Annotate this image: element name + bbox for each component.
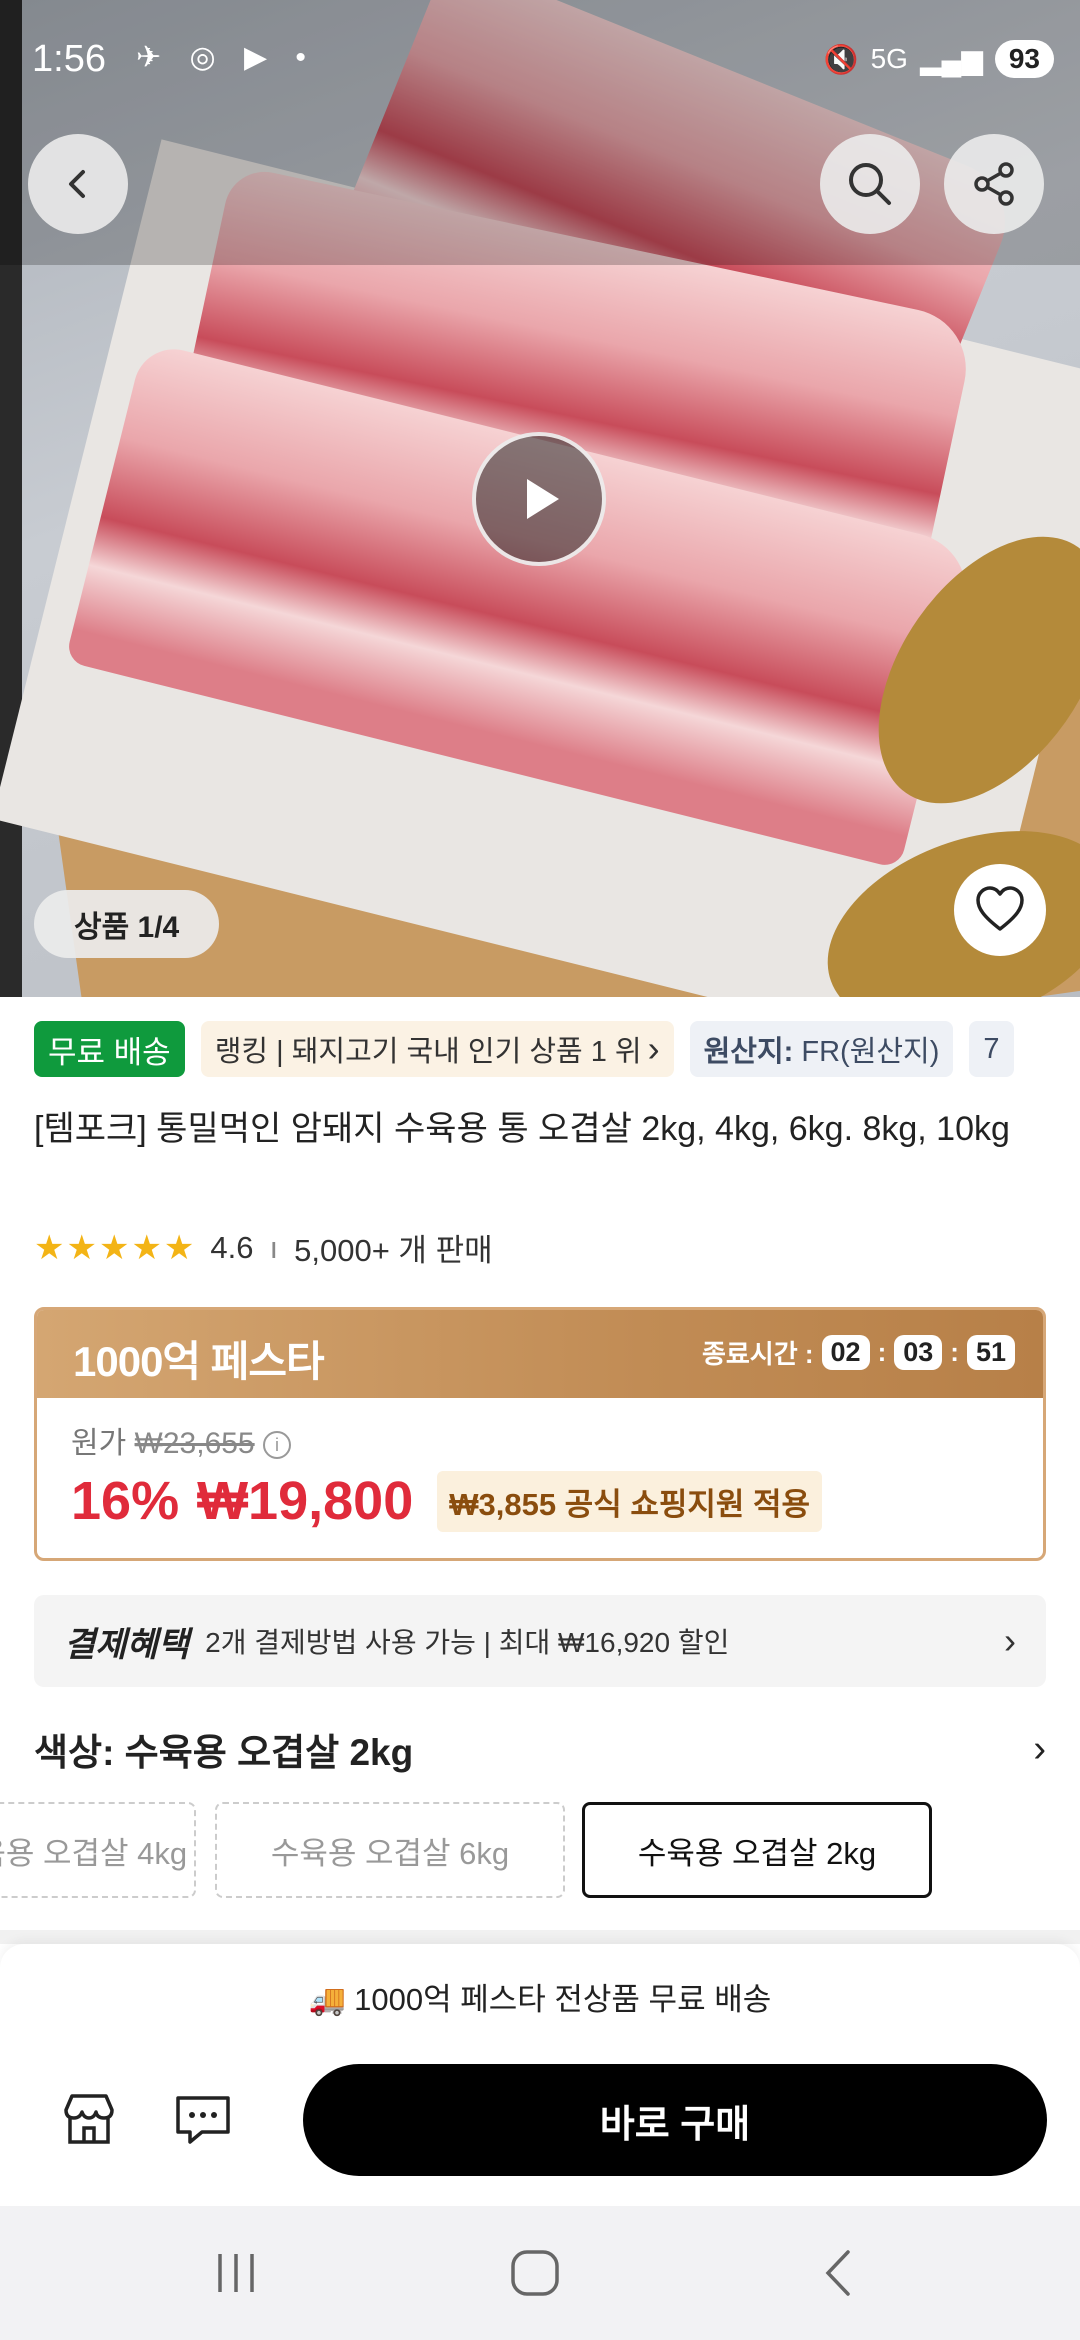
original-price: ₩23,655 [134, 1427, 255, 1460]
recent-apps-icon[interactable] [206, 2248, 266, 2298]
search-icon [849, 163, 891, 205]
shopping-support-badge: ₩3,855 공식 쇼핑지원 적용 [437, 1470, 823, 1532]
timer-label: 종료시간 : [701, 1339, 814, 1369]
chevron-right-icon: › [1004, 1620, 1016, 1661]
festa-promo-box: 1000억 페스타 종료시간 : 02: 03: 51 원가 ₩23,655 i… [34, 1307, 1046, 1561]
play-video-button[interactable] [472, 432, 606, 566]
status-bar: 1:56 ✈ ◎ ▶ • 🔇 5G ▂▄▆ 93 [0, 0, 1080, 120]
payment-benefit-label: 결제혜택 [64, 1625, 190, 1664]
option-chip-selected[interactable]: 수육용 오겹살 2kg [582, 1802, 932, 1898]
heart-icon [976, 886, 1024, 931]
option-chips: 수육용 오겹살 4kg 수육용 오겹살 6kg 수육용 오겹살 2kg [0, 1802, 1080, 1900]
share-button[interactable] [944, 134, 1044, 234]
ranking-tag[interactable]: 랭킹 | 돼지고기 국내 인기 상품 1 위 › [200, 1021, 674, 1077]
image-counter: 상품 1/4 [34, 890, 220, 958]
option-chip[interactable]: 수육용 오겹살 4kg [0, 1802, 196, 1898]
origin-label: 원산지: [703, 1036, 794, 1068]
free-shipping-note-text: 1000억 페스타 전상품 무료 배송 [354, 1982, 772, 2017]
timer-seconds: 51 [966, 1335, 1015, 1370]
star-rating-icon: ★★★★★ [34, 1228, 197, 1267]
origin-value: FR(원산지) [801, 1036, 940, 1068]
ranking-text: 랭킹 | 돼지고기 국내 인기 상품 1 위 [214, 1036, 642, 1068]
separator: ı [269, 1229, 279, 1265]
original-price-row: 원가 ₩23,655 i [71, 1418, 291, 1462]
payment-benefit-row[interactable]: 결제혜택 2개 결제방법 사용 가능 | 최대 ₩16,920 할인 › [34, 1595, 1046, 1687]
search-button[interactable] [820, 134, 920, 234]
product-image-carousel[interactable]: 1:56 ✈ ◎ ▶ • 🔇 5G ▂▄▆ 93 상품 1/4 [0, 0, 1080, 997]
buy-now-button[interactable]: 바로 구매 [303, 2064, 1047, 2176]
option-chip[interactable]: 수육용 오겹살 6kg [215, 1802, 565, 1898]
battery-badge: 93 [994, 40, 1054, 78]
network-label: 5G [870, 43, 908, 74]
price-row: 16% ₩19,800 ₩3,855 공식 쇼핑지원 적용 [71, 1470, 823, 1532]
product-title: [템포크] 통밀먹인 암돼지 수육용 통 오겹살 2kg, 4kg, 6kg. … [34, 1110, 1010, 1148]
store-icon[interactable] [58, 2088, 120, 2150]
countdown-timer: 종료시간 : 02: 03: 51 [702, 1334, 1015, 1371]
bottom-action-bar: 🚚 1000억 페스타 전상품 무료 배송 바로 구매 [0, 1944, 1080, 2206]
back-nav-icon[interactable] [810, 2248, 870, 2298]
section-divider [0, 1930, 1080, 1944]
chat-icon[interactable] [172, 2088, 234, 2150]
wishlist-button[interactable] [954, 864, 1046, 956]
discount-rate: 16% [71, 1471, 180, 1531]
option-selector-header[interactable]: 색상: 수육용 오겹살 2kg › [34, 1722, 1046, 1776]
free-shipping-note: 🚚 1000억 페스타 전상품 무료 배송 [0, 1974, 1080, 2019]
chevron-right-icon: › [1033, 1727, 1046, 1770]
timer-hours: 02 [821, 1335, 870, 1370]
festa-title: 1000억 페스타 [73, 1338, 325, 1385]
more-tag: 7 [969, 1021, 1014, 1077]
truck-icon: 🚚 [308, 1984, 347, 2017]
origin-tag: 원산지: FR(원산지) [689, 1021, 954, 1077]
festa-header: 1000억 페스타 종료시간 : 02: 03: 51 [37, 1310, 1043, 1398]
original-price-label: 원가 [71, 1427, 127, 1460]
product-tags: 무료 배송 랭킹 | 돼지고기 국내 인기 상품 1 위 › 원산지: FR(원… [34, 1021, 1014, 1077]
rating-value: 4.6 [210, 1229, 254, 1265]
payment-benefit-text: 2개 결제방법 사용 가능 | 최대 ₩16,920 할인 [205, 1627, 730, 1658]
free-shipping-tag: 무료 배송 [34, 1021, 185, 1077]
mute-icon: 🔇 [823, 43, 859, 75]
sold-count: 5,000+ 개 판매 [294, 1233, 493, 1268]
notification-icons: ✈ ◎ ▶ • [136, 41, 316, 74]
status-time: 1:56 [32, 38, 106, 80]
play-icon [527, 479, 559, 519]
home-icon[interactable] [505, 2248, 565, 2298]
system-nav-bar [0, 2206, 1080, 2340]
share-icon [974, 162, 1014, 206]
sale-price: ₩19,800 [197, 1471, 414, 1531]
timer-minutes: 03 [894, 1335, 943, 1370]
selected-option-label: 색상: 수육용 오겹살 2kg [34, 1732, 414, 1773]
chevron-right-icon: › [647, 1028, 660, 1069]
signal-icon: ▂▄▆ [919, 43, 983, 75]
info-icon[interactable]: i [262, 1431, 291, 1460]
chevron-left-icon [69, 170, 85, 198]
back-button[interactable] [28, 134, 128, 234]
rating-row[interactable]: ★★★★★ 4.6 ı 5,000+ 개 판매 [34, 1225, 493, 1270]
